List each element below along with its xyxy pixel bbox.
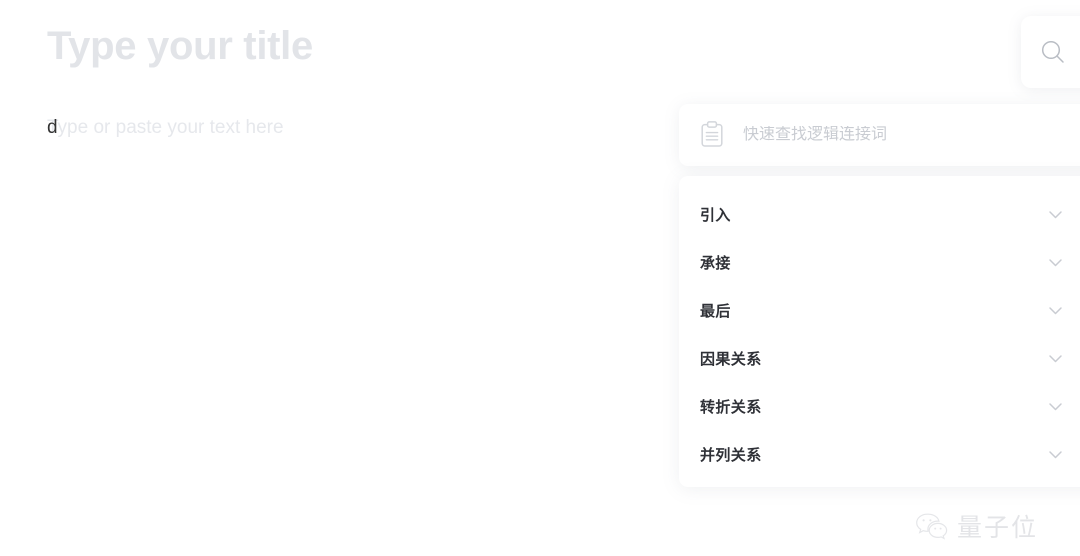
clipboard-icon xyxy=(697,120,727,150)
list-item[interactable]: 承接 xyxy=(679,238,1080,286)
category-label: 因果关系 xyxy=(700,350,762,368)
search-icon[interactable] xyxy=(1038,37,1068,67)
list-item[interactable]: 转折关系 xyxy=(679,382,1080,430)
category-label: 转折关系 xyxy=(700,398,762,416)
body-typed-text: d xyxy=(47,117,58,138)
chevron-down-icon[interactable] xyxy=(1046,301,1065,320)
search-card[interactable] xyxy=(1021,16,1080,88)
category-label: 引入 xyxy=(700,206,731,224)
body-placeholder: Type or paste your text here xyxy=(47,117,284,138)
connective-search-bar[interactable] xyxy=(679,104,1080,166)
category-label: 承接 xyxy=(700,254,731,272)
chevron-down-icon[interactable] xyxy=(1046,253,1065,272)
connective-search-input[interactable] xyxy=(743,126,1073,144)
document-editor[interactable]: Type your title Type or paste your text … xyxy=(0,0,700,556)
connective-category-list: 引入 承接 最后 因果关系 转折关系 并列关系 xyxy=(679,176,1080,487)
list-item[interactable]: 因果关系 xyxy=(679,334,1080,382)
chevron-down-icon[interactable] xyxy=(1046,397,1065,416)
chevron-down-icon[interactable] xyxy=(1046,349,1065,368)
title-placeholder[interactable]: Type your title xyxy=(47,24,313,69)
app-root: Type your title Type or paste your text … xyxy=(0,0,1080,556)
list-item[interactable]: 引入 xyxy=(679,190,1080,238)
wechat-icon xyxy=(915,511,949,541)
chevron-down-icon[interactable] xyxy=(1046,445,1065,464)
category-label: 最后 xyxy=(700,302,731,320)
watermark: 量子位 xyxy=(915,508,1038,544)
list-item[interactable]: 并列关系 xyxy=(679,430,1080,478)
watermark-text: 量子位 xyxy=(957,513,1039,542)
list-item[interactable]: 最后 xyxy=(679,286,1080,334)
category-label: 并列关系 xyxy=(700,446,762,464)
chevron-down-icon[interactable] xyxy=(1046,205,1065,224)
